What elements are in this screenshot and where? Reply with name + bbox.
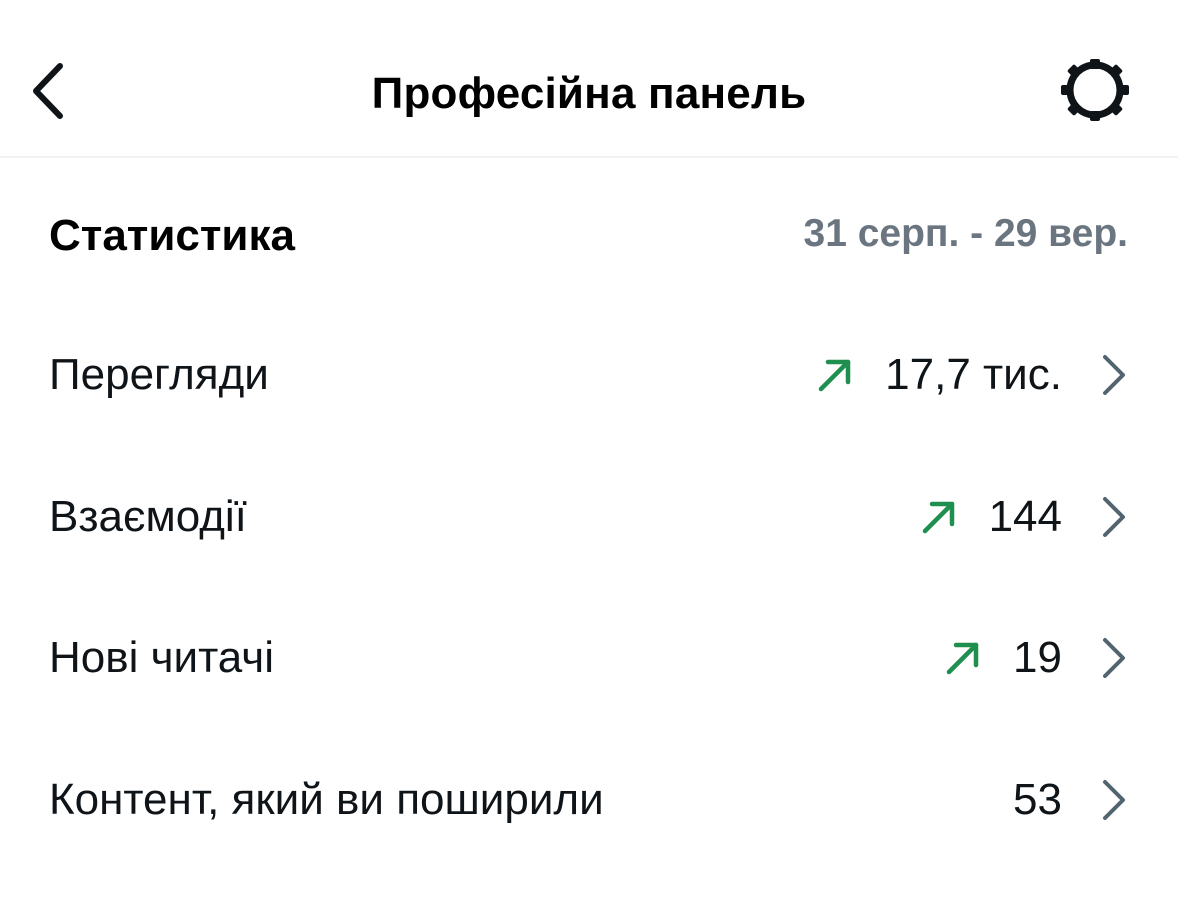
stat-row-shared-content[interactable]: Контент, який ви поширили 53	[0, 732, 1178, 874]
page-title: Професійна панель	[371, 69, 807, 118]
stat-value: 17,7 тис.	[885, 350, 1062, 399]
gear-icon	[1058, 55, 1132, 130]
stat-value-group: 17,7 тис.	[815, 347, 1128, 403]
stat-value-group: 53	[1013, 772, 1128, 828]
stat-label: Контент, який ви поширили	[49, 774, 604, 824]
stat-row-engagements[interactable]: Взаємодії 144	[0, 449, 1178, 591]
chevron-right-icon	[1098, 352, 1128, 398]
trend-up-icon	[943, 638, 983, 678]
stat-value: 144	[988, 491, 1062, 541]
stat-value-group: 144	[919, 489, 1128, 545]
professional-dashboard-screen: Професійна панель Статистика 31 серп. - …	[0, 0, 1178, 899]
chevron-right-icon	[1098, 635, 1128, 681]
section-title: Статистика	[49, 211, 295, 260]
stats-list: Перегляди 17,7 тис. Взаємодії 144 Нові ч…	[0, 307, 1178, 873]
stat-value-group: 19	[943, 630, 1128, 686]
chevron-right-icon	[1098, 777, 1128, 823]
stat-label: Перегляди	[49, 350, 269, 399]
chevron-right-icon	[1098, 494, 1128, 540]
stat-label: Взаємодії	[49, 491, 247, 541]
stat-row-new-followers[interactable]: Нові читачі 19	[0, 590, 1178, 732]
trend-up-icon	[919, 497, 959, 537]
stat-value: 53	[1013, 774, 1062, 824]
top-bar: Професійна панель	[0, 0, 1178, 158]
date-range[interactable]: 31 серп. - 29 вер.	[804, 206, 1129, 262]
trend-up-icon	[815, 355, 855, 395]
stat-value: 19	[1013, 633, 1062, 682]
settings-button[interactable]	[1054, 56, 1136, 128]
stat-label: Нові читачі	[49, 633, 274, 682]
stat-row-views[interactable]: Перегляди 17,7 тис.	[0, 307, 1178, 449]
